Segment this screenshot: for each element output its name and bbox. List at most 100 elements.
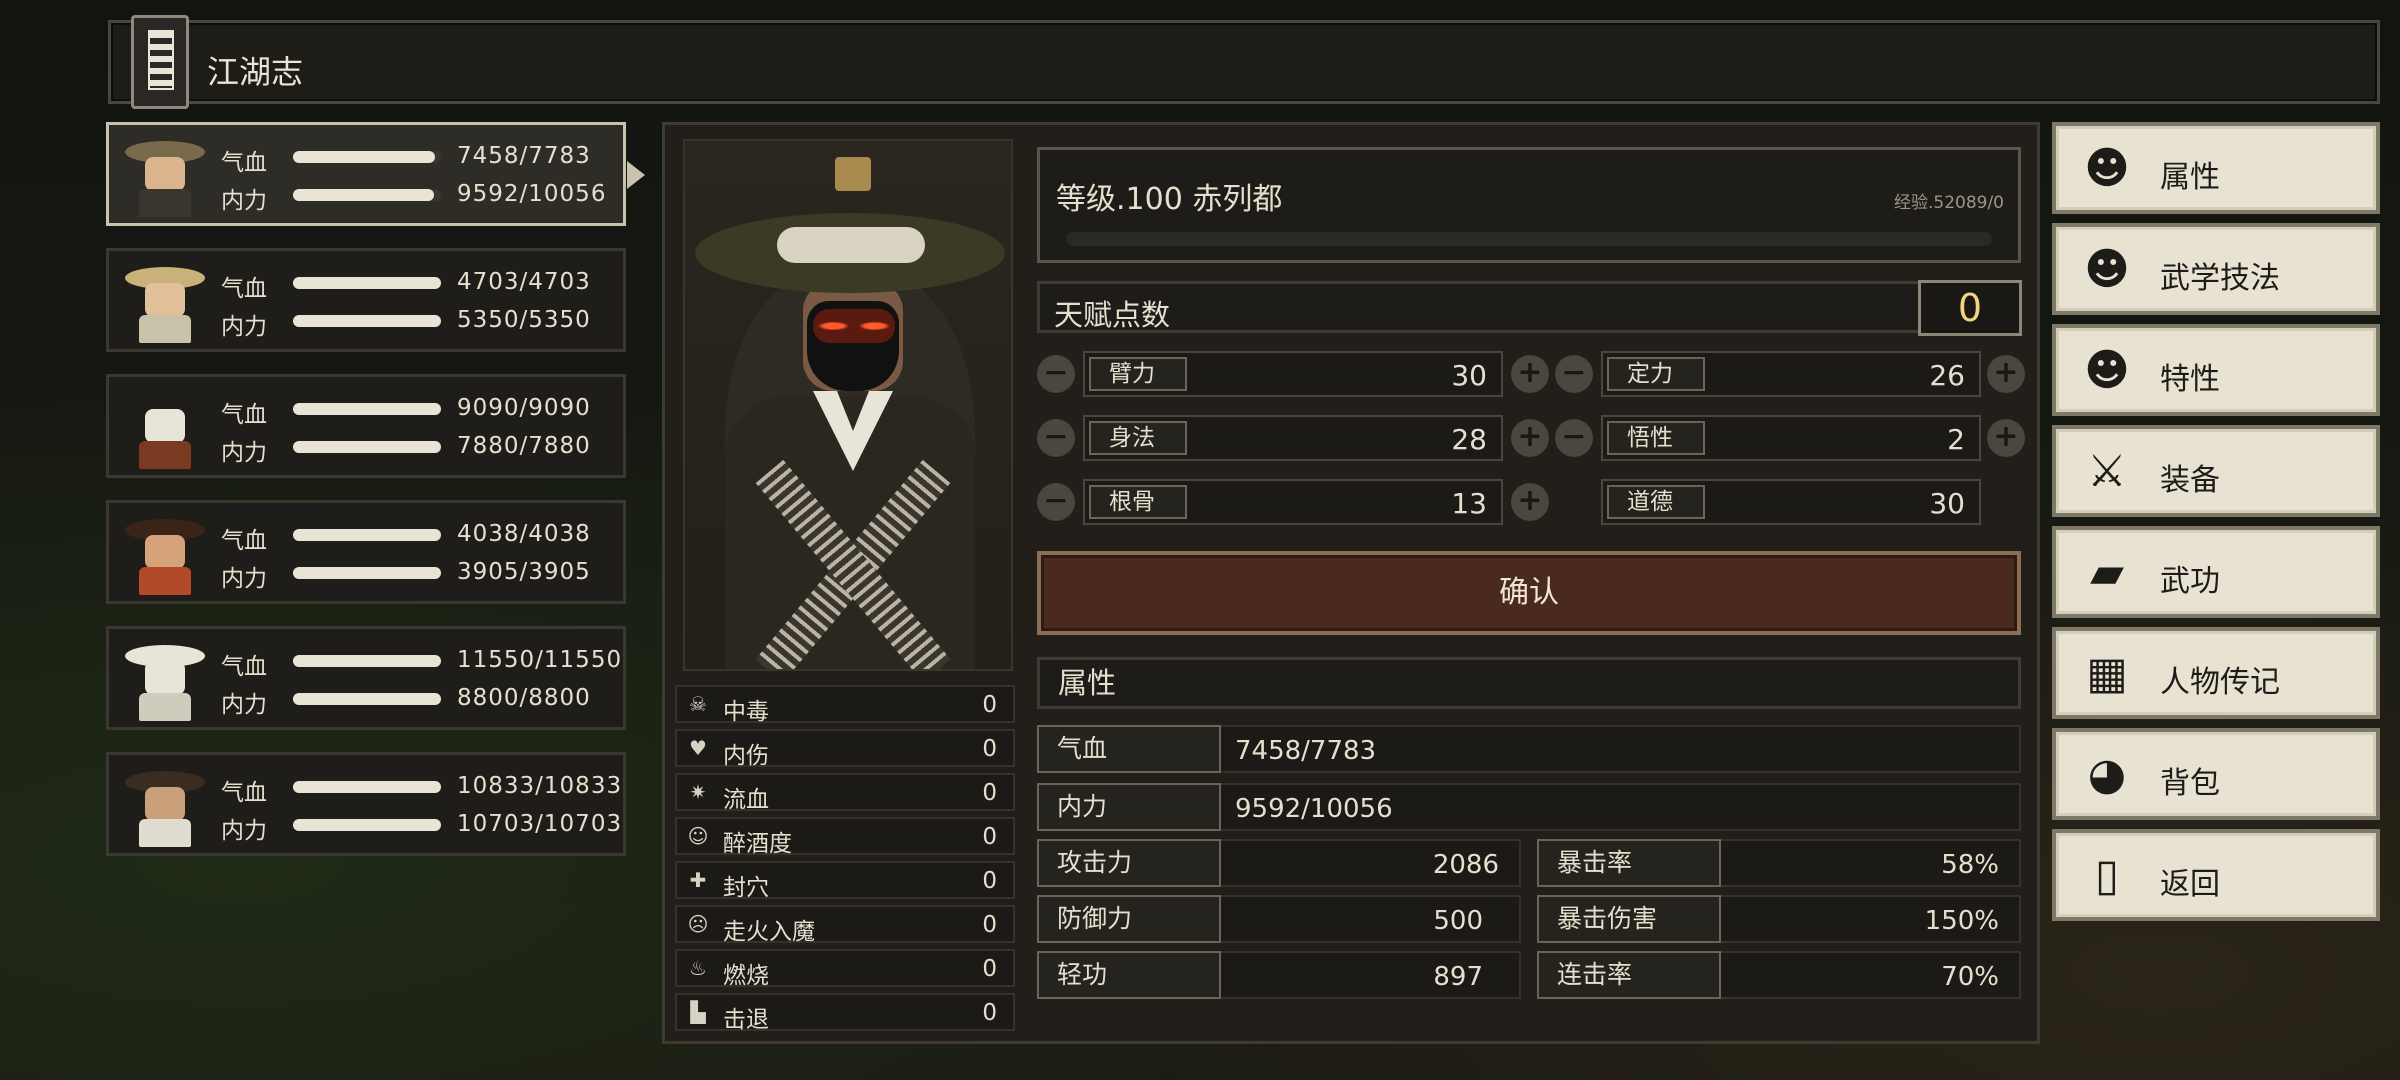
mp-row: 内力 9592/10056 — [221, 179, 621, 214]
dingli-plus-button[interactable]: + — [1987, 355, 2025, 393]
hp-bar — [293, 277, 441, 289]
boot-icon: ▙ — [690, 1000, 706, 1024]
attr-shenfa-label: 身法 — [1089, 421, 1187, 455]
level-name: 等级.100 赤列都 — [1056, 182, 1283, 217]
shenfa-minus-button[interactable]: − — [1037, 419, 1075, 457]
mp-row: 内力 10703/10703 — [221, 809, 623, 844]
shenfa-plus-button[interactable]: + — [1511, 419, 1549, 457]
exp-text: 经验.52089/0 — [1893, 193, 2004, 213]
martial-skill-icon: ☻ — [2084, 244, 2130, 295]
mp-bar — [293, 567, 441, 579]
party-member-card[interactable]: 气血 9090/9090 内力 7880/7880 — [106, 374, 626, 478]
window-title: 江湖志 — [207, 53, 304, 91]
status-value: 0 — [982, 736, 997, 762]
status-value: 0 — [982, 1000, 997, 1026]
party-member-avatar — [119, 509, 211, 597]
menu-label: 返回 — [2160, 867, 2220, 902]
door-icon: ▯ — [2094, 850, 2120, 901]
hp-row: 气血 4038/4038 — [221, 519, 621, 554]
mp-row: 内力 3905/3905 — [221, 557, 621, 592]
party-member-card[interactable]: 气血 11550/11550 内力 8800/8800 — [106, 626, 626, 730]
mp-value: 10703/10703 — [457, 811, 623, 837]
hp-bar — [293, 655, 441, 667]
mp-bar — [293, 441, 441, 453]
hp-value: 11550/11550 — [457, 647, 623, 673]
mp-bar — [293, 693, 441, 705]
hp-row: 气血 4703/4703 — [221, 267, 621, 302]
prop-atk-label: 攻击力 — [1037, 839, 1221, 887]
book-icon — [131, 15, 189, 109]
hp-value: 9090/9090 — [457, 395, 591, 421]
talent-points-value: 0 — [1918, 280, 2022, 336]
party-member-avatar — [119, 257, 211, 345]
menu-label: 装备 — [2160, 463, 2220, 498]
biography-scroll-icon: ▦ — [2086, 648, 2128, 699]
attr-shenfa-value: 28 — [1451, 423, 1487, 456]
party-member-card[interactable]: 气血 4703/4703 内力 5350/5350 — [106, 248, 626, 352]
status-label: 燃烧 — [723, 963, 769, 989]
confirm-button[interactable]: 确认 — [1037, 551, 2021, 635]
dingli-minus-button[interactable]: − — [1555, 355, 1593, 393]
hp-bar — [293, 403, 441, 415]
prop-crit-label: 暴击率 — [1537, 839, 1721, 887]
prop-def-label: 防御力 — [1037, 895, 1221, 943]
status-label: 击退 — [723, 1007, 769, 1033]
title-bar: 江湖志 — [108, 15, 2380, 109]
hp-bar — [293, 781, 441, 793]
demon-face-icon: ☹ — [687, 912, 709, 936]
attr-daode-label: 道德 — [1607, 485, 1705, 519]
attr-bili-value: 30 — [1451, 359, 1487, 392]
prop-hp-label: 气血 — [1037, 725, 1221, 773]
exp-bar — [1066, 232, 1992, 246]
sword-icon: ⚔ — [2087, 446, 2127, 497]
menu-button-sword[interactable]: ⚔ 装备 — [2052, 425, 2380, 517]
backpack-icon: ◕ — [2087, 749, 2127, 800]
character-icon: ☻ — [2084, 143, 2130, 194]
attr-bili-label: 臂力 — [1089, 357, 1187, 391]
mp-bar — [293, 819, 441, 831]
party-member-card[interactable]: 气血 7458/7783 内力 9592/10056 — [106, 122, 645, 226]
wuxing-minus-button[interactable]: − — [1555, 419, 1593, 457]
status-label: 流血 — [723, 787, 769, 813]
menu-button-trait[interactable]: ☻ 特性 — [2052, 324, 2380, 416]
bili-minus-button[interactable]: − — [1037, 355, 1075, 393]
attr-shenfa: 身法 28 — [1083, 415, 1503, 461]
menu-button-biography-scroll[interactable]: ▦ 人物传记 — [2052, 627, 2380, 719]
mp-value: 9592/10056 — [457, 181, 607, 207]
status-label: 醉酒度 — [723, 831, 792, 857]
wuxing-plus-button[interactable]: + — [1987, 419, 2025, 457]
prop-qinggong: 轻功 897 — [1037, 951, 1521, 999]
menu-button-martial-book[interactable]: ▰ 武功 — [2052, 526, 2380, 618]
menu-button-door[interactable]: ▯ 返回 — [2052, 829, 2380, 921]
status-value: 0 — [982, 912, 997, 938]
prop-crit: 暴击率 58% — [1537, 839, 2021, 887]
mp-bar — [293, 315, 441, 327]
prop-crit-value: 58% — [1941, 850, 1999, 880]
gengu-plus-button[interactable]: + — [1511, 483, 1549, 521]
mp-label: 内力 — [221, 692, 267, 718]
prop-mp-label: 内力 — [1037, 783, 1221, 831]
party-member-card[interactable]: 气血 10833/10833 内力 10703/10703 — [106, 752, 626, 856]
party-member-card[interactable]: 气血 4038/4038 内力 3905/3905 — [106, 500, 626, 604]
bili-plus-button[interactable]: + — [1511, 355, 1549, 393]
hp-label: 气血 — [221, 150, 267, 176]
hp-label: 气血 — [221, 654, 267, 680]
mp-value: 8800/8800 — [457, 685, 591, 711]
status-value: 0 — [982, 868, 997, 894]
status-label: 内伤 — [723, 743, 769, 769]
gengu-minus-button[interactable]: − — [1037, 483, 1075, 521]
prop-combo: 连击率 70% — [1537, 951, 2021, 999]
seal-points-icon: ✚ — [689, 868, 707, 892]
hp-value: 4038/4038 — [457, 521, 591, 547]
attr-dingli-label: 定力 — [1607, 357, 1705, 391]
attr-gengu-label: 根骨 — [1089, 485, 1187, 519]
menu-button-backpack[interactable]: ◕ 背包 — [2052, 728, 2380, 820]
talent-points-box: 天赋点数 0 — [1037, 280, 2022, 336]
party-member-avatar — [119, 131, 211, 219]
status-label: 中毒 — [723, 699, 769, 725]
menu-button-martial-skill[interactable]: ☻ 武学技法 — [2052, 223, 2380, 315]
menu-button-character[interactable]: ☻ 属性 — [2052, 122, 2380, 214]
prop-qinggong-label: 轻功 — [1037, 951, 1221, 999]
hp-row: 气血 11550/11550 — [221, 645, 623, 680]
mp-label: 内力 — [221, 818, 267, 844]
